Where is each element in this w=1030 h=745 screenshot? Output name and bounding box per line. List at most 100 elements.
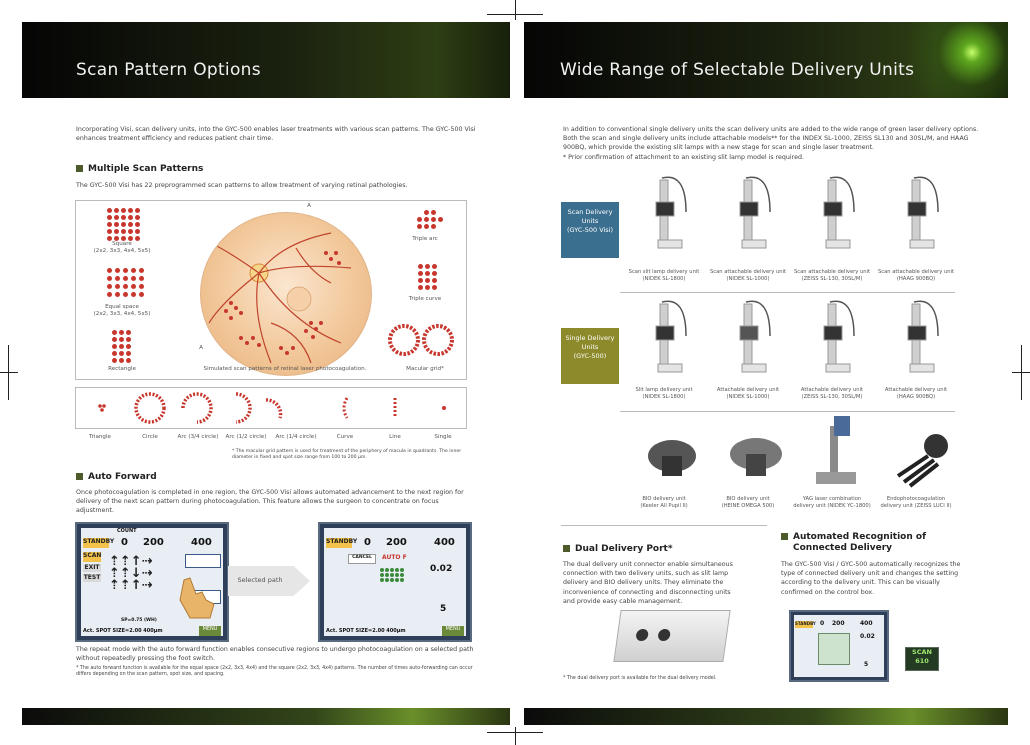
power2-value: 400 [191, 537, 212, 548]
standby-indicator: STANDBY [83, 538, 114, 548]
row-label-single: Single [434, 434, 452, 440]
other-unit-caption-1: BIO delivery unit (Keeler All Pupil II) [640, 496, 688, 509]
right-page-title: Wide Range of Selectable Delivery Units [560, 60, 915, 80]
control-box-screen: STANDBY 0 200 400 0.02 5 [789, 610, 889, 682]
status-line: SP=0.75 (WH) [121, 618, 157, 623]
light-flare-decoration [888, 22, 1008, 98]
crop-mark [1021, 345, 1022, 400]
single-delivery-tag: Single Delivery Units (GYC-500) [561, 328, 619, 384]
row-divider [561, 525, 767, 526]
menu-button[interactable]: MENU [442, 626, 464, 636]
count-value: 0 [820, 620, 825, 627]
multiple-scan-text: The GYC-500 Visi has 22 preprogrammed sc… [76, 182, 408, 189]
power-value: 200 [143, 537, 164, 548]
scan-badge: SCAN 610 [905, 647, 939, 671]
hand-pointer-icon [179, 577, 215, 619]
cancel-button[interactable]: CANCEL [348, 554, 376, 564]
left-page-title: Scan Pattern Options [76, 60, 261, 80]
scan-unit-caption-1: Scan slit lamp delivery unit (NIDEK SL-1… [628, 269, 700, 282]
scan-shape-row-icon [98, 392, 446, 424]
crop-mark [487, 14, 543, 15]
scan-badge-model: 610 [915, 657, 929, 665]
power2-value: 400 [860, 620, 873, 627]
square-label: Square (2x2, 3x3, 4x4, 5x5) [93, 241, 151, 254]
right-footer-band [524, 708, 1008, 725]
macular-grid-icon [388, 324, 454, 356]
equal-space-pattern-icon [107, 268, 144, 297]
crop-mark [515, 0, 516, 20]
port-connector-icon [657, 629, 671, 641]
heading-bullet-icon [76, 165, 83, 172]
other-delivery-units-row [648, 416, 948, 488]
scan-button[interactable]: SCAN [83, 552, 101, 562]
power-value: 200 [386, 537, 407, 548]
row-label-arc-1-4: Arc (1/4 circle) [275, 434, 317, 440]
spot-size-line: Act. SPOT SIZE=2.00 400µm [83, 628, 163, 634]
right-intro-note: * Prior confirmation of attachment to an… [563, 154, 804, 161]
scan-unit-caption-3: Scan attachable delivery unit (ZEISS SL-… [793, 269, 871, 282]
equal-space-label: Equal space (2x2, 3x3, 4x4, 5x5) [93, 304, 151, 317]
repeat-mode-text: The repeat mode with the auto forward fu… [76, 646, 474, 663]
triple-curve-pattern-icon [418, 264, 437, 290]
row-divider [620, 411, 955, 412]
single-unit-caption-2: Attachable delivery unit (NIDEK SL-1000) [716, 387, 780, 400]
exit-button[interactable]: EXIT [83, 564, 101, 572]
duration-box[interactable] [185, 554, 221, 568]
other-unit-caption-3: YAG laser combination delivery unit (NID… [793, 496, 871, 509]
crop-mark [8, 345, 9, 400]
count-value: 0 [121, 537, 128, 548]
square-pattern-icon [107, 208, 140, 241]
other-unit-caption-4: Endophotocoagulation delivery unit (ZEIS… [880, 496, 952, 509]
dual-delivery-note: * The dual delivery port is available fo… [563, 676, 717, 681]
triple-curve-label: Triple curve [408, 296, 442, 302]
dual-port-device-image [613, 610, 731, 662]
single-unit-caption-3: Attachable delivery unit (ZEISS SL-130, … [800, 387, 864, 400]
row-divider [620, 292, 955, 293]
left-header-banner: Scan Pattern Options [22, 22, 510, 98]
row-label-curve: Curve [336, 434, 354, 440]
other-unit-caption-2: BIO delivery unit (HEINE OMEGA 500) [721, 496, 775, 509]
automated-recognition-heading: Automated Recognition of Connected Delive… [781, 532, 926, 554]
standby-indicator: STANDBY [326, 538, 357, 548]
left-intro: Incorporating Visi, scan delivery units,… [76, 126, 476, 143]
interval-value: 5 [864, 661, 869, 668]
row-label-triangle: Triangle [89, 434, 111, 440]
left-footer-band [22, 708, 510, 725]
pattern-grid-arrows-icon[interactable]: ⇡⇡↑⇢ ⇡⇡↓⇢ ⇡⇡↑⇢ [109, 555, 153, 592]
menu-button[interactable]: MENU [199, 626, 221, 636]
right-intro: In addition to conventional single deliv… [563, 126, 979, 152]
scan-delivery-tag: Scan Delivery Units (GYC-500 Visi) [561, 202, 619, 258]
heading-bullet-icon [76, 473, 83, 480]
count-label: COUNT [117, 528, 137, 534]
single-unit-caption-1: Slit lamp delivery unit (NIDEK SL-1800) [635, 387, 693, 400]
single-delivery-units-row [655, 300, 939, 373]
heading-bullet-icon [563, 545, 570, 552]
triple-arc-pattern-icon [417, 210, 443, 229]
triple-arc-label: Triple arc [412, 236, 438, 242]
row-label-line: Line [389, 434, 401, 440]
auto-forward-text: Once photocoagulation is completed in on… [76, 489, 464, 515]
interval-value[interactable]: 5 [440, 604, 446, 614]
test-button[interactable]: TEST [83, 574, 101, 582]
scan-unit-caption-4: Scan attachable delivery unit (HAAG 900B… [877, 269, 955, 282]
heading-bullet-icon [781, 533, 788, 540]
crop-mark [487, 732, 543, 733]
multiple-scan-heading: Multiple Scan Patterns [76, 164, 203, 174]
power2-value: 400 [434, 537, 455, 548]
automated-recognition-text: The GYC-500 Visi / GYC-500 automatically… [781, 561, 961, 596]
port-connector-icon [635, 629, 649, 641]
dual-delivery-text: The dual delivery unit connector enable … [563, 561, 733, 605]
row-label-circle: Circle [142, 434, 158, 440]
row-label-arc-1-2: Arc (1/2 circle) [225, 434, 267, 440]
rectangle-label: Rectangle [108, 366, 136, 372]
duration-value: 0.02 [860, 633, 875, 640]
control-screen-after: STANDBY 0 200 400 CANCEL AUTO F 0.02 5 A… [318, 522, 472, 642]
scan-delivery-units-row [655, 176, 939, 249]
label-a-top: A [307, 203, 311, 209]
screen-pattern-preview-icon [818, 633, 850, 665]
retina-vessels-icon [208, 232, 352, 364]
crop-mark [515, 727, 516, 745]
auto-forward-footnote: * The auto forward function is available… [76, 666, 473, 678]
duration-value[interactable]: 0.02 [430, 564, 452, 574]
spot-size-line: Act. SPOT SIZE=2.00 400µm [326, 628, 406, 634]
